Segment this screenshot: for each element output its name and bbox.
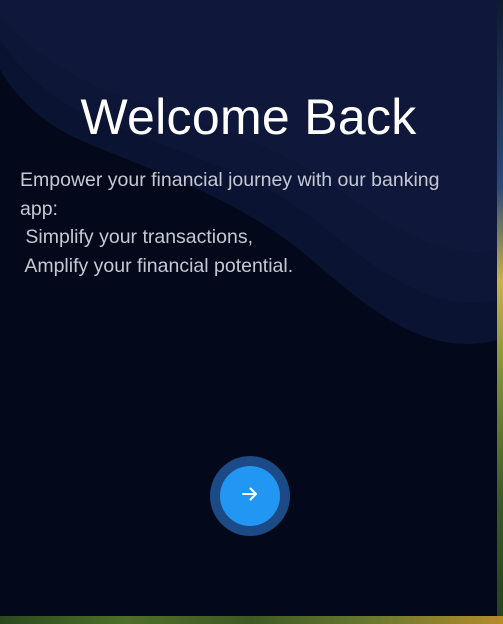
description-line: Empower your financial journey with our … — [20, 169, 440, 191]
description-line: Simplify your transactions, — [20, 226, 254, 248]
background-image-strip — [0, 616, 503, 624]
next-button-core[interactable] — [220, 466, 280, 526]
description-line: app: — [20, 197, 58, 220]
background-image — [497, 0, 503, 624]
welcome-description: Empower your financial journey with our … — [20, 166, 480, 280]
arrow-right-icon — [240, 484, 260, 509]
next-button[interactable] — [210, 456, 290, 536]
welcome-card: Welcome Back Empower your financial jour… — [0, 0, 497, 616]
app-screen: Welcome Back Empower your financial jour… — [0, 0, 503, 624]
welcome-title: Welcome Back — [80, 89, 417, 145]
description-line: Amplify your financial potential. — [20, 254, 294, 277]
